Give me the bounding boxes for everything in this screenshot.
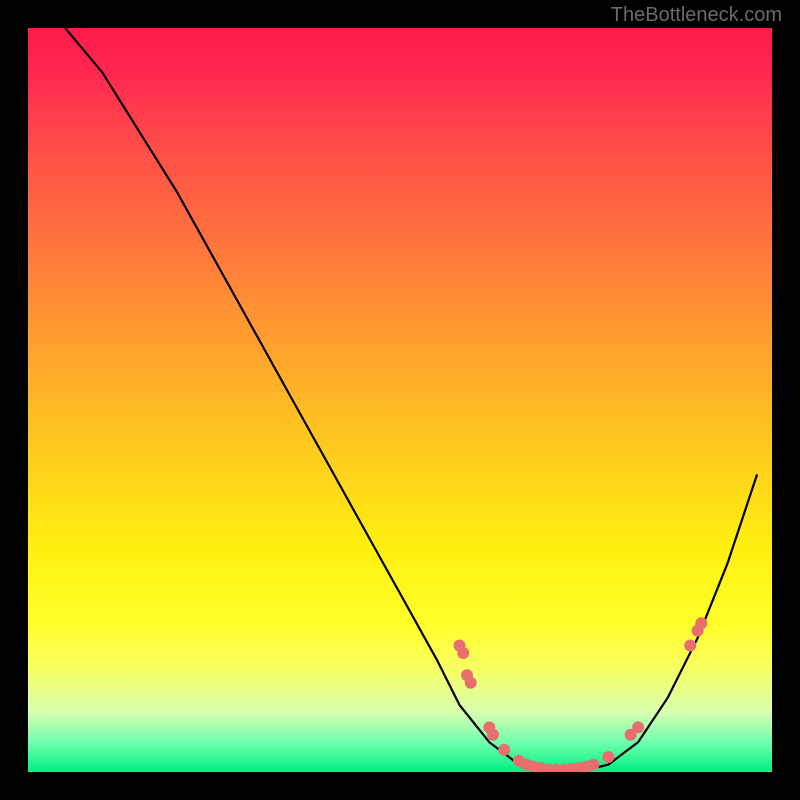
chart-svg [28, 28, 772, 772]
data-marker [602, 751, 614, 763]
data-marker [457, 647, 469, 659]
chart-area [28, 28, 772, 772]
data-marker [695, 617, 707, 629]
data-marker [498, 744, 510, 756]
data-marker [632, 721, 644, 733]
data-marker [465, 677, 477, 689]
data-marker [587, 759, 599, 771]
data-marker [487, 729, 499, 741]
data-marker [684, 640, 696, 652]
bottleneck-curve [65, 28, 757, 772]
watermark-text: TheBottleneck.com [611, 4, 782, 27]
